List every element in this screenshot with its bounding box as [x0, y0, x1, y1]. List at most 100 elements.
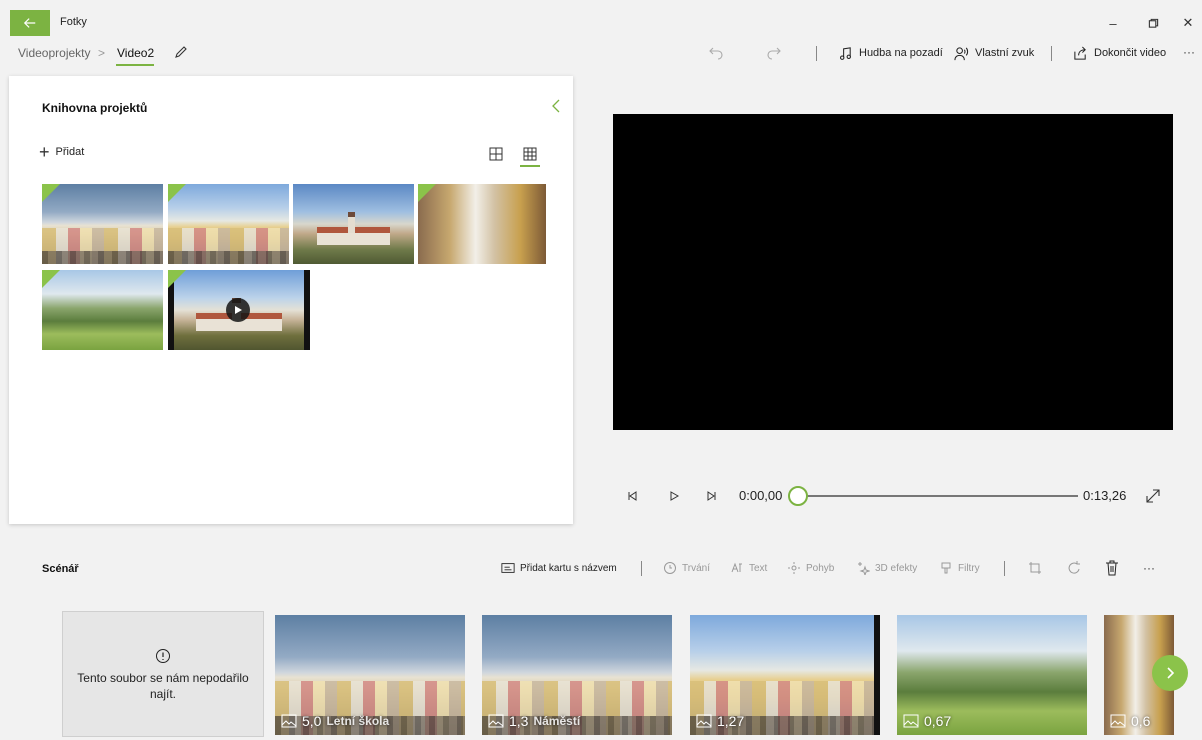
- separator: [1051, 46, 1052, 61]
- next-frame-button[interactable]: [704, 484, 720, 508]
- library-item-video[interactable]: [168, 270, 310, 350]
- active-view-indicator: [520, 165, 540, 167]
- in-use-corner: [418, 184, 436, 202]
- separator: [641, 561, 642, 576]
- play-button[interactable]: [666, 484, 682, 508]
- image-icon: [488, 714, 504, 728]
- breadcrumb-separator: >: [98, 46, 106, 60]
- duration-button[interactable]: Trvání: [663, 559, 710, 577]
- card-duration: 5,0: [302, 713, 322, 729]
- storyboard-card[interactable]: 5,0 Letní škola: [275, 615, 465, 735]
- rename-pencil-icon[interactable]: [173, 44, 189, 60]
- breadcrumb-current: Video2: [117, 46, 155, 60]
- card-caption: Letní škola: [326, 714, 390, 728]
- redo-icon[interactable]: [766, 44, 782, 60]
- minimize-button[interactable]: –: [1098, 14, 1128, 32]
- total-time: 0:13,26: [1083, 488, 1127, 503]
- separator: [816, 46, 817, 61]
- card-label: 1,27: [696, 713, 744, 729]
- motion-icon: [788, 562, 800, 574]
- in-use-corner: [42, 270, 60, 288]
- photo-content: [317, 212, 390, 245]
- text-icon: [731, 562, 742, 573]
- small-grid-view-icon[interactable]: [521, 146, 539, 162]
- breadcrumb-underline: [116, 64, 154, 66]
- library-item-photo[interactable]: [168, 184, 289, 264]
- letterbox-bar: [874, 615, 880, 735]
- in-use-corner: [168, 270, 186, 288]
- delete-trash-icon[interactable]: [1105, 560, 1119, 576]
- more-options-button[interactable]: ···: [1183, 45, 1195, 59]
- effects-3d-button[interactable]: 3D efekty: [856, 559, 917, 577]
- seek-track[interactable]: [806, 495, 1078, 497]
- background-music-button[interactable]: Hudba na pozadí: [838, 43, 943, 63]
- text-button[interactable]: Text: [730, 559, 767, 577]
- storyboard-card[interactable]: 1,3 Náměstí: [482, 615, 672, 735]
- card-duration: 0,67: [924, 713, 952, 729]
- custom-audio-icon: [954, 46, 969, 60]
- finish-video-button[interactable]: Dokončit video: [1073, 43, 1166, 63]
- large-grid-view-icon[interactable]: [487, 146, 505, 162]
- image-icon: [281, 714, 297, 728]
- play-icon: [235, 306, 242, 314]
- motion-button[interactable]: Pohyb: [787, 559, 834, 577]
- current-time: 0:00,00: [739, 488, 783, 503]
- filters-button[interactable]: Filtry: [939, 559, 980, 577]
- previous-frame-icon: [628, 491, 637, 501]
- storyboard-card[interactable]: 0,67: [897, 615, 1087, 735]
- command-bar: Videoprojekty > Video2 Hudba na pozadí V…: [0, 38, 1202, 68]
- fullscreen-expand-icon[interactable]: [1144, 487, 1162, 505]
- storyboard-title: Scénář: [42, 563, 79, 575]
- video-preview[interactable]: [613, 114, 1173, 430]
- add-label: Přidat: [55, 146, 85, 158]
- library-item-photo[interactable]: [418, 184, 546, 264]
- missing-file-message: Tento soubor se nám nepodařilo najít.: [77, 671, 249, 701]
- card-label: 0,6: [1110, 713, 1150, 729]
- photo-content: [168, 228, 289, 264]
- sparkle-icon: [858, 562, 870, 575]
- close-button[interactable]: ✕: [1173, 14, 1202, 32]
- scroll-next-button[interactable]: [1152, 655, 1188, 691]
- play-icon: [670, 491, 680, 501]
- library-item-photo[interactable]: [42, 270, 163, 350]
- seek-handle[interactable]: [788, 486, 808, 506]
- effects-3d-label: 3D efekty: [875, 562, 918, 574]
- storyboard-card-missing[interactable]: Tento soubor se nám nepodařilo najít.: [62, 611, 264, 737]
- finish-video-label: Dokončit video: [1094, 47, 1167, 59]
- app-title: Fotky: [60, 16, 87, 28]
- duration-label: Trvání: [682, 562, 710, 574]
- letterbox-bar: [304, 270, 310, 350]
- storyboard-card[interactable]: 1,27: [690, 615, 880, 735]
- chevron-right-icon: [1167, 667, 1175, 679]
- library-title: Knihovna projektů: [42, 101, 148, 115]
- collapse-chevron-icon[interactable]: [549, 98, 563, 114]
- crop-icon[interactable]: [1028, 561, 1044, 575]
- background-music-label: Hudba na pozadí: [859, 47, 943, 59]
- text-label: Text: [749, 562, 768, 574]
- add-title-card-button[interactable]: Přidat kartu s názvem: [501, 559, 617, 577]
- library-item-photo[interactable]: [293, 184, 414, 264]
- custom-audio-button[interactable]: Vlastní zvuk: [954, 43, 1034, 63]
- title-bar: Fotky – ✕: [10, 10, 1202, 36]
- add-title-card-label: Přidat kartu s názvem: [520, 562, 617, 574]
- custom-audio-label: Vlastní zvuk: [975, 47, 1035, 59]
- image-icon: [696, 714, 712, 728]
- library-item-photo[interactable]: [42, 184, 163, 264]
- rotate-icon[interactable]: [1067, 560, 1083, 576]
- info-icon: [156, 649, 170, 663]
- next-frame-icon: [707, 491, 716, 501]
- previous-frame-button[interactable]: [624, 484, 640, 508]
- image-icon: [1110, 714, 1126, 728]
- photo-content: [42, 228, 163, 264]
- minimize-icon: –: [1109, 15, 1117, 31]
- music-note-icon: [840, 46, 851, 60]
- add-media-button[interactable]: + Přidat: [39, 143, 85, 161]
- breadcrumb-videoprojects[interactable]: Videoprojekty: [18, 46, 91, 60]
- project-library-panel: Knihovna projektů + Přidat: [9, 76, 573, 524]
- undo-icon[interactable]: [708, 44, 724, 60]
- storyboard-more-button[interactable]: ···: [1143, 561, 1155, 575]
- back-button[interactable]: [10, 10, 50, 36]
- restore-button[interactable]: [1138, 14, 1168, 32]
- filter-brush-icon: [941, 562, 951, 574]
- in-use-corner: [168, 184, 186, 202]
